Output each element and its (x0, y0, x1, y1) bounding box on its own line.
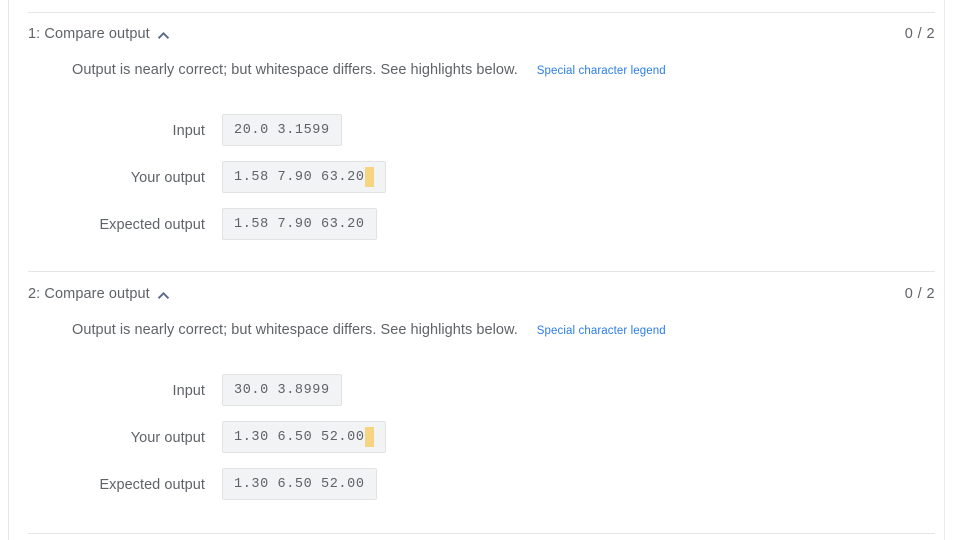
results-content: 1: Compare output 0 / 2 Output is nearly… (9, 0, 944, 540)
divider-top (28, 12, 935, 13)
special-character-legend-link-2[interactable]: Special character legend (537, 325, 666, 337)
expected-output-row-1: Expected output 1.58 7.90 63.20 (9, 208, 944, 242)
expected-output-row-2: Expected output 1.30 6.50 52.00 (9, 468, 944, 502)
your-output-row-1: Your output 1.58 7.90 63.20 (9, 161, 944, 195)
whitespace-highlight-2 (364, 427, 374, 447)
input-row-2: Input 30.0 3.8999 (9, 374, 944, 408)
input-label-2: Input (172, 383, 205, 399)
input-value-1: 20.0 3.1599 (222, 114, 342, 146)
section-message-2: Output is nearly correct; but whitespace… (72, 322, 518, 338)
expected-output-label-2: Expected output (99, 477, 205, 493)
your-output-value-2: 1.30 6.50 52.00 (222, 421, 386, 453)
whitespace-highlight-1 (364, 167, 374, 187)
expected-output-value-1: 1.58 7.90 63.20 (222, 208, 377, 240)
divider-bottom (28, 533, 935, 534)
test-result-section-2: 2: Compare output 0 / 2 Output is nearly… (9, 278, 944, 500)
your-output-text-1: 1.58 7.90 63.20 (234, 169, 365, 185)
your-output-value-1: 1.58 7.90 63.20 (222, 161, 386, 193)
your-output-row-2: Your output 1.30 6.50 52.00 (9, 421, 944, 455)
section-header-1: 1: Compare output 0 / 2 (9, 18, 944, 52)
section-message-row-1: Output is nearly correct; but whitespace… (72, 62, 666, 78)
section-message-row-2: Output is nearly correct; but whitespace… (72, 322, 666, 338)
input-row-1: Input 20.0 3.1599 (9, 114, 944, 148)
expected-output-value-2: 1.30 6.50 52.00 (222, 468, 377, 500)
expected-output-label-1: Expected output (99, 217, 205, 233)
input-label-1: Input (172, 123, 205, 139)
special-character-legend-link-1[interactable]: Special character legend (537, 65, 666, 77)
chevron-up-icon[interactable] (157, 289, 170, 302)
input-value-2: 30.0 3.8999 (222, 374, 342, 406)
divider-middle (28, 271, 935, 272)
section-message-1: Output is nearly correct; but whitespace… (72, 62, 518, 78)
test-result-section-1: 1: Compare output 0 / 2 Output is nearly… (9, 18, 944, 240)
your-output-text-2: 1.30 6.50 52.00 (234, 429, 365, 445)
panel-right-border (944, 0, 945, 540)
your-output-label-2: Your output (130, 430, 205, 446)
section-score-1: 0 / 2 (904, 26, 935, 42)
section-toggle-2[interactable]: 2: Compare output (28, 286, 170, 302)
section-title-label-1: 1: Compare output (28, 26, 150, 42)
section-header-2: 2: Compare output 0 / 2 (9, 278, 944, 312)
section-title-label-2: 2: Compare output (28, 286, 150, 302)
section-toggle-1[interactable]: 1: Compare output (28, 26, 170, 42)
section-score-2: 0 / 2 (904, 286, 935, 302)
chevron-up-icon[interactable] (157, 29, 170, 42)
test-results-panel: 1: Compare output 0 / 2 Output is nearly… (0, 0, 962, 540)
your-output-label-1: Your output (130, 170, 205, 186)
